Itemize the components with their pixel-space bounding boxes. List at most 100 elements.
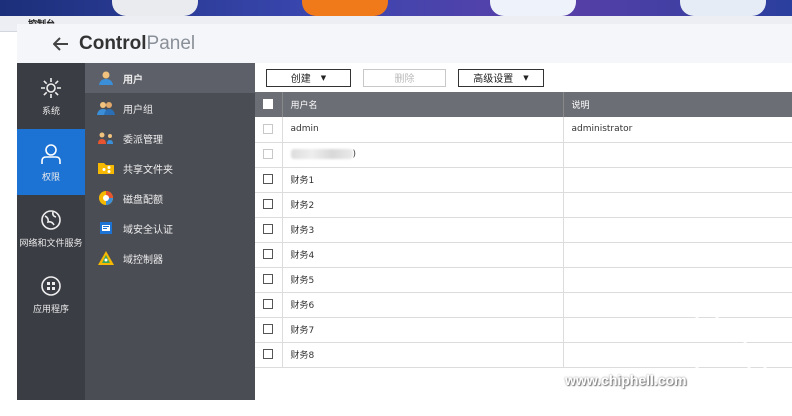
subnav-shared-folders[interactable]: 共享文件夹 (85, 153, 255, 183)
row-checkbox[interactable] (263, 324, 273, 335)
description-cell (563, 242, 792, 268)
globe-icon (39, 208, 63, 232)
table-row[interactable]: 财务2 (255, 192, 792, 218)
subnav-users[interactable]: 用户 (85, 63, 255, 93)
user-group-icon (97, 100, 115, 116)
username-text: 财务7 (290, 326, 315, 336)
brand-bold: Control (79, 33, 147, 54)
row-checkbox-cell (255, 292, 283, 318)
domain-security-icon (97, 220, 115, 236)
row-checkbox[interactable] (263, 349, 273, 360)
domain-controller-icon (97, 250, 115, 266)
username-text: 财务3 (290, 226, 315, 236)
description-cell (563, 167, 792, 193)
select-all-cell (255, 92, 283, 117)
row-checkbox[interactable] (263, 124, 273, 134)
row-checkbox[interactable] (263, 224, 273, 235)
gear-icon (39, 76, 63, 100)
username-text: 财务6 (290, 301, 315, 311)
nav-label: 系统 (41, 106, 60, 117)
subnav-label: 共享文件夹 (123, 164, 173, 176)
subnav-domain-controller[interactable]: 域控制器 (85, 243, 255, 273)
dock-app-icon[interactable] (680, 0, 766, 16)
table-row[interactable]: 财务6 (255, 292, 792, 318)
column-header-description[interactable]: 说明 (563, 92, 792, 117)
description-cell (563, 267, 792, 293)
nav-system[interactable]: 系统 (17, 63, 85, 129)
column-header-username[interactable]: 用户名 (282, 92, 564, 117)
table-row[interactable]: 财务4 (255, 242, 792, 268)
row-checkbox-cell (255, 117, 283, 143)
table-row[interactable]: ) (255, 142, 792, 168)
username-cell: 财务7 (282, 317, 564, 343)
row-checkbox[interactable] (263, 199, 273, 210)
table-row[interactable]: 财务3 (255, 217, 792, 243)
row-checkbox[interactable] (263, 174, 273, 185)
dock-app-icon[interactable] (302, 0, 388, 16)
apps-icon (39, 274, 63, 298)
username-text: ) (352, 149, 357, 160)
users-table: 用户名 说明 admin administrator) 财务1 财务2 财务3 财务4 财务… (255, 92, 792, 368)
subnav-label: 用户 (123, 74, 143, 86)
row-checkbox[interactable] (263, 274, 273, 285)
row-checkbox-cell (255, 317, 283, 343)
back-arrow-icon[interactable] (51, 34, 71, 54)
description-cell (563, 142, 792, 168)
row-checkbox-cell (255, 192, 283, 218)
username-cell: 财务3 (282, 217, 564, 243)
nav-label: 权限 (41, 172, 60, 183)
description-cell (563, 317, 792, 343)
description-cell (563, 192, 792, 218)
nav-privilege[interactable]: 权限 (17, 129, 85, 195)
table-row[interactable]: 财务8 (255, 342, 792, 368)
disk-quota-icon (97, 190, 115, 206)
username-cell: 财务5 (282, 267, 564, 293)
username-text: 财务8 (290, 351, 315, 361)
subnav-delegated-admin[interactable]: 委派管理 (85, 123, 255, 153)
table-header-row: 用户名 说明 (255, 92, 792, 117)
username-cell: 财务6 (282, 292, 564, 318)
nav-applications[interactable]: 应用程序 (17, 261, 85, 327)
dock-app-icon[interactable] (112, 0, 198, 16)
username-cell: ) (282, 142, 564, 168)
description-cell (563, 342, 792, 368)
subnav-user-groups[interactable]: 用户组 (85, 93, 255, 123)
username-text: admin (290, 124, 319, 135)
brand-light: Panel (146, 33, 196, 54)
caret-down-icon: ▼ (523, 73, 529, 82)
table-row[interactable]: 财务1 (255, 167, 792, 193)
advanced-settings-dropdown-button[interactable]: 高级设置 ▼ (458, 68, 544, 87)
row-checkbox[interactable] (263, 249, 273, 260)
username-cell: 财务8 (282, 342, 564, 368)
subnav-label: 用户组 (123, 104, 153, 116)
page-title: ControlPanel (79, 33, 195, 55)
subnav-disk-quota[interactable]: 磁盘配额 (85, 183, 255, 213)
table-row[interactable]: 财务5 (255, 267, 792, 293)
username-text: 财务4 (290, 251, 315, 261)
username-cell: 财务2 (282, 192, 564, 218)
create-dropdown-button[interactable]: 创建 ▼ (266, 68, 351, 87)
page-header: ControlPanel (17, 24, 792, 64)
delete-button[interactable]: 删除 (363, 68, 446, 87)
description-cell (563, 217, 792, 243)
table-row[interactable]: 财务7 (255, 317, 792, 343)
row-checkbox[interactable] (263, 149, 273, 160)
username-text: 财务1 (290, 176, 315, 186)
table-row[interactable]: admin administrator (255, 117, 792, 143)
redacted-text (290, 149, 353, 160)
subnav-domain-security[interactable]: 域安全认证 (85, 213, 255, 243)
row-checkbox-cell (255, 342, 283, 368)
username-cell: 财务1 (282, 167, 564, 193)
dock-app-icon[interactable] (490, 0, 576, 16)
user-icon (39, 142, 63, 166)
delete-label: 删除 (394, 74, 415, 85)
nav-network-file-services[interactable]: 网络和文件服务 (17, 195, 85, 261)
subnav-label: 域安全认证 (123, 224, 173, 236)
select-all-checkbox[interactable] (263, 99, 273, 110)
caret-down-icon: ▼ (320, 73, 327, 82)
description-cell (563, 292, 792, 318)
username-text: 财务5 (290, 276, 315, 286)
username-cell: admin (282, 117, 564, 143)
row-checkbox[interactable] (263, 299, 273, 310)
advanced-label: 高级设置 (473, 74, 514, 85)
